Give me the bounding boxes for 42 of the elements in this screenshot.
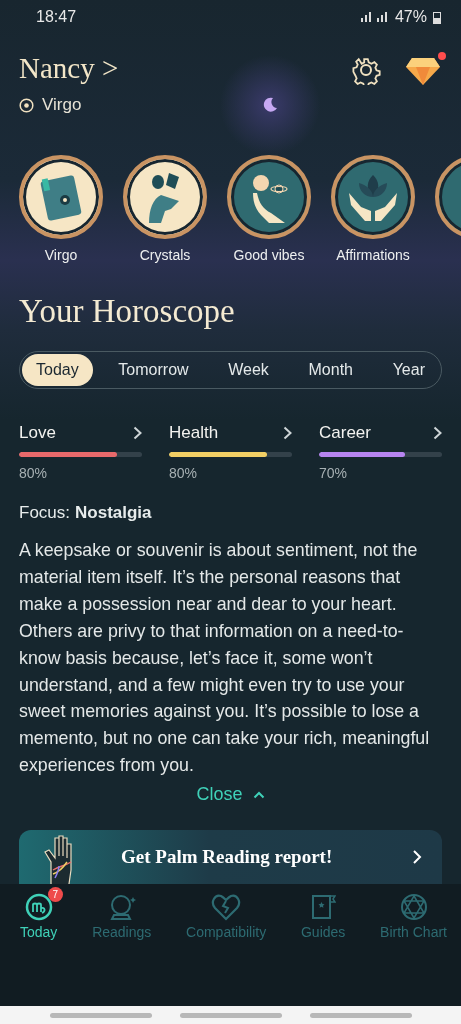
meter-label: Health	[169, 423, 219, 443]
profile-name[interactable]: Nancy >	[19, 52, 119, 85]
chevron-right-icon[interactable]	[133, 426, 142, 440]
period-tab[interactable]: Week	[214, 354, 283, 386]
broken-heart-icon	[211, 893, 242, 922]
chevron-right-icon[interactable]	[283, 426, 292, 440]
book-icon	[310, 893, 337, 922]
horoscope-title: Your Horoscope	[18, 293, 236, 331]
status-time: 18:47	[36, 8, 77, 26]
story-label: Virgo	[44, 247, 78, 263]
meter-reading: 80%	[169, 465, 199, 481]
sun-sign-icon	[19, 97, 34, 113]
battery-icon	[433, 10, 441, 24]
period-tab[interactable]: Today	[22, 354, 93, 386]
close-button[interactable]: Close	[190, 783, 271, 807]
chevron-right-icon	[412, 849, 422, 866]
zodiac-icon	[24, 893, 53, 922]
settings-icon[interactable]	[351, 55, 381, 85]
meter-label: Love	[19, 423, 56, 443]
focus-label: Focus:	[19, 503, 71, 523]
story-label: Good vibes	[233, 247, 305, 263]
meter-reading: 70%	[319, 465, 349, 481]
zodiac-sign: Virgo	[42, 95, 82, 115]
notification-badge: 7	[47, 887, 63, 903]
diamond-icon[interactable]	[405, 56, 441, 86]
signal-icon	[358, 11, 389, 23]
moon-icon	[261, 96, 279, 114]
battery-percent: 47%	[394, 8, 427, 26]
chevron-right-icon[interactable]	[433, 426, 442, 440]
period-tab[interactable]: Tomorrow	[104, 354, 203, 386]
horoscope-text: A keepsake or souvenir is about sentiment, not the material item itself. It’s the personal reasons that make a possession near and dear to your heart. Others are privy to that information on a need-to-know basis because, let’s face it, some won’t understand, and a few might even try to use your sweet memories against you. It’s possible to lose a memento, but no one can take your rich, meaningful experiences from you.	[19, 539, 431, 778]
caret-up-icon	[252, 790, 265, 799]
meter-label: Career	[319, 423, 371, 443]
period-tab[interactable]: Year	[378, 354, 439, 386]
story-label: Affirmations	[336, 247, 410, 263]
meter-reading: 80%	[19, 465, 49, 481]
focus-value: Nostalgia	[75, 503, 152, 523]
period-tab[interactable]: Month	[294, 354, 367, 386]
palm-reading-banner[interactable]: Get Palm Reading report!	[19, 830, 442, 885]
nav-tab[interactable]: 7 Today	[8, 886, 70, 1006]
star-chart-icon	[399, 893, 428, 922]
story-label: Crystals	[139, 247, 191, 263]
